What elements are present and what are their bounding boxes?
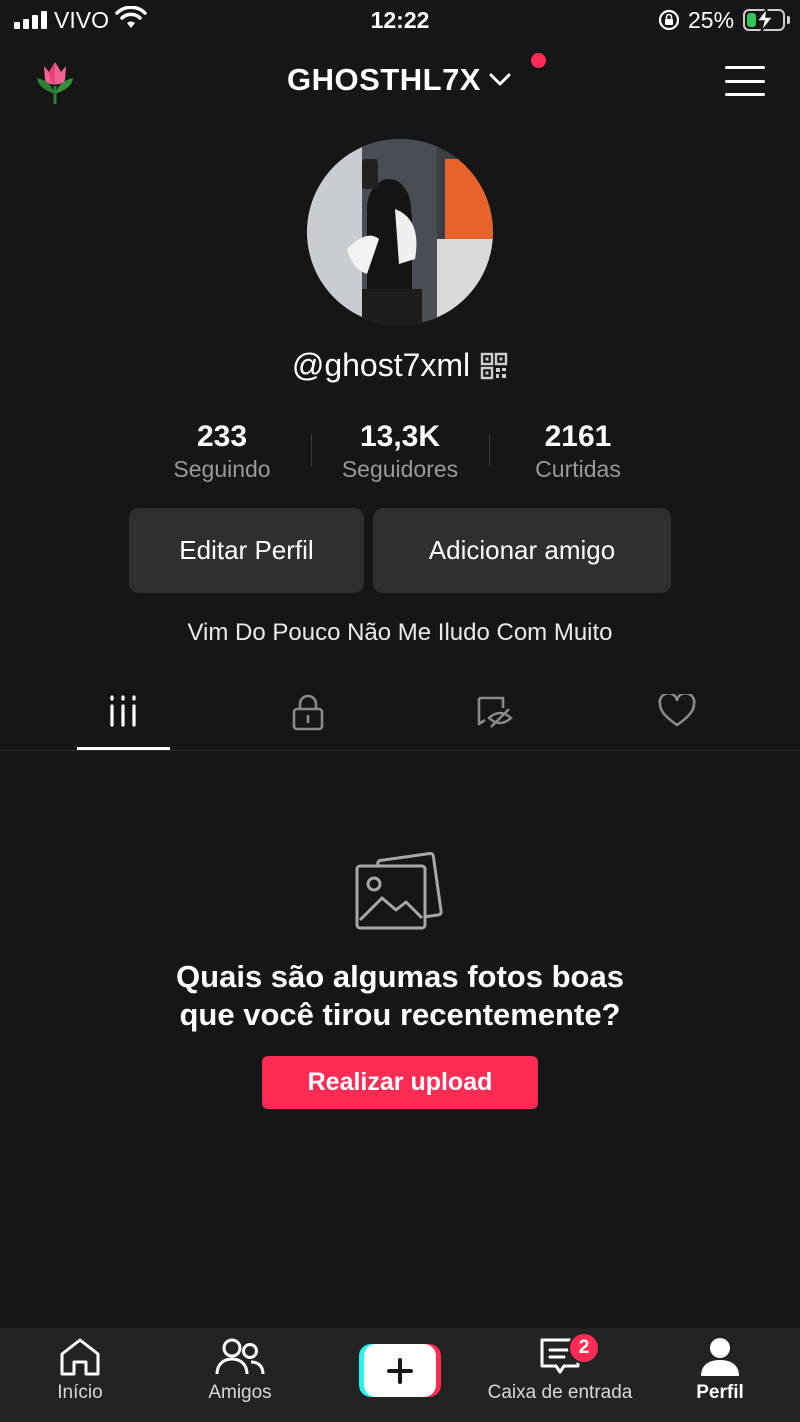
home-icon [60,1338,100,1376]
create-button[interactable] [359,1344,441,1397]
stat-followers[interactable]: 13,3K Seguidores [320,420,480,483]
nav-profile[interactable]: Perfil [640,1336,800,1404]
notification-dot [531,53,546,68]
chevron-down-icon [489,73,511,86]
qr-code-icon[interactable] [480,352,508,380]
stat-following[interactable]: 233 Seguindo [142,420,302,483]
plus-icon [387,1357,413,1384]
tab-videos[interactable] [53,690,193,750]
empty-state-title: Quais são algumas fotos boas que você ti… [0,958,800,1034]
likes-count: 2161 [544,420,612,453]
followers-count: 13,3K [359,420,441,453]
inbox-badge: 2 [568,1332,600,1364]
battery-percent: 25% [688,7,735,33]
charging-bolt-icon [755,6,775,33]
hidden-likes-icon [477,696,513,728]
followers-label: Seguidores [341,456,459,482]
following-count: 233 [196,420,248,453]
add-friend-button[interactable]: Adicionar amigo [373,508,671,593]
heart-icon [658,694,696,727]
profile-bio: Vim Do Pouco Não Me Iludo Com Muito [187,619,613,646]
orientation-lock-icon [658,9,680,31]
grid-icon [110,695,136,727]
likes-label: Curtidas [535,456,621,482]
edit-profile-button[interactable]: Editar Perfil [129,508,364,593]
nav-profile-label: Perfil [696,1382,744,1403]
nav-home[interactable]: Início [0,1336,160,1404]
tab-liked[interactable] [607,690,747,750]
empty-state-title-line2: que você tirou recentemente? [179,997,621,1032]
following-label: Seguindo [173,456,271,482]
stat-likes[interactable]: 2161 Curtidas [498,420,658,483]
avatar[interactable] [307,139,493,325]
tab-private[interactable] [238,690,378,750]
profile-username-dropdown[interactable]: GHOSTHL7X [0,62,800,98]
tabs-divider [0,750,800,751]
nav-home-label: Início [57,1382,103,1403]
photos-icon [355,852,443,930]
tab-hidden-likes[interactable] [423,690,563,750]
nav-friends-label: Amigos [208,1382,272,1403]
upload-button[interactable]: Realizar upload [262,1056,538,1109]
avatar-photo [307,139,493,325]
nav-inbox[interactable]: Caixa de entrada [480,1336,640,1404]
profile-icon [701,1338,739,1376]
username-text: GHOSTHL7X [287,62,481,97]
lock-icon [292,694,324,731]
nav-inbox-label: Caixa de entrada [487,1382,633,1403]
friends-icon [215,1338,265,1375]
stat-divider [489,434,490,466]
battery-cap [787,16,790,24]
nav-friends[interactable]: Amigos [160,1336,320,1404]
handle-row: @ghost7xml [0,347,800,384]
profile-handle: @ghost7xml [291,347,471,383]
empty-state-title-line1: Quais são algumas fotos boas [176,959,624,994]
status-time: 12:22 [370,7,430,33]
menu-icon[interactable] [725,66,765,96]
stat-divider [311,434,312,466]
